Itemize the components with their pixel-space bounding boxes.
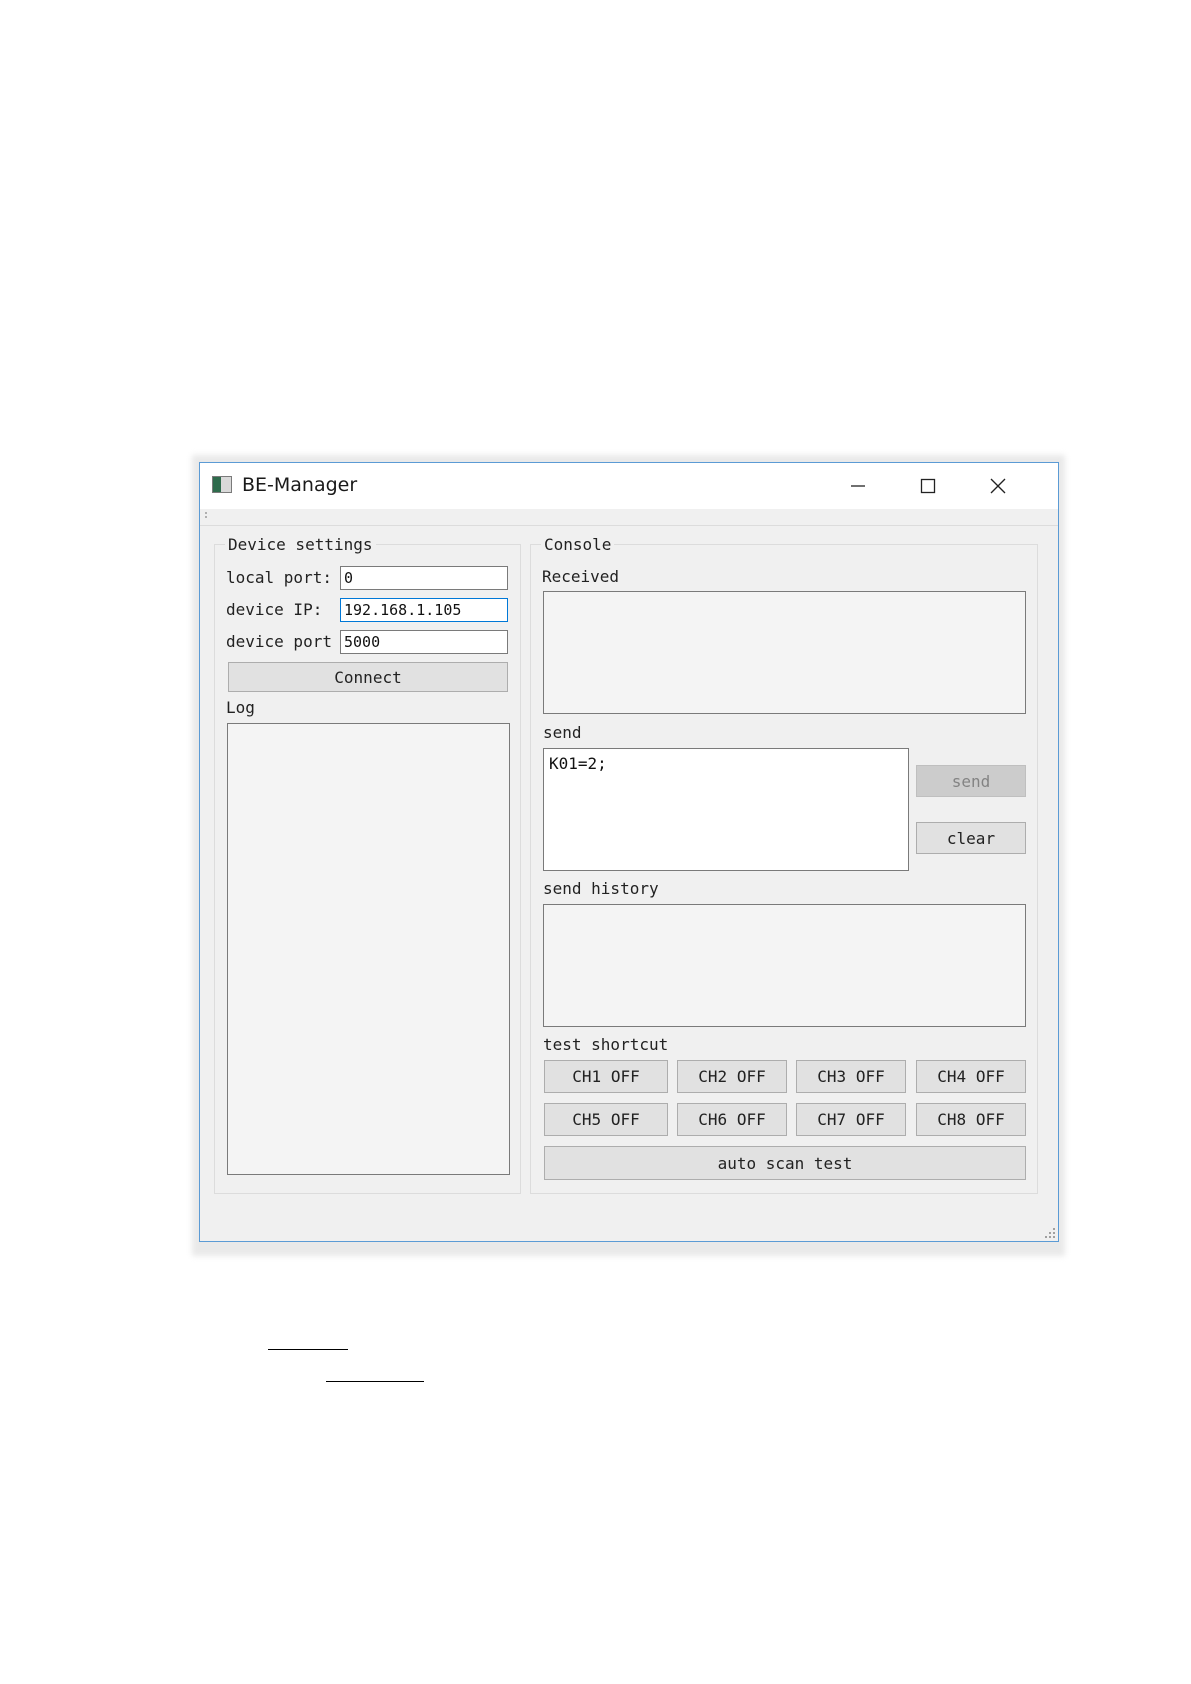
device-settings-group: Device settings local port: device IP: d… — [214, 535, 521, 1194]
minimize-icon — [851, 485, 865, 487]
auto-scan-test-button[interactable]: auto scan test — [544, 1146, 1026, 1180]
send-label: send — [543, 723, 582, 742]
device-ip-label: device IP: — [226, 600, 323, 619]
window-title: BE-Manager — [242, 474, 358, 496]
ch6-off-button[interactable]: CH6 OFF — [677, 1103, 787, 1136]
ch1-off-button[interactable]: CH1 OFF — [544, 1060, 668, 1093]
ch8-off-button[interactable]: CH8 OFF — [916, 1103, 1026, 1136]
local-port-label: local port: — [226, 568, 332, 587]
resize-grip-icon[interactable] — [1044, 1227, 1056, 1239]
ch3-off-button[interactable]: CH3 OFF — [796, 1060, 906, 1093]
title-bar[interactable]: BE-Manager — [200, 463, 1058, 509]
received-label: Received — [542, 567, 620, 586]
underline-mark — [326, 1381, 424, 1382]
close-icon — [990, 478, 1006, 494]
local-port-input[interactable] — [340, 566, 508, 590]
underline-mark — [268, 1349, 348, 1350]
log-label: Log — [226, 698, 255, 717]
send-history-output[interactable] — [543, 904, 1026, 1027]
maximize-button[interactable] — [905, 463, 951, 509]
send-button[interactable]: send — [916, 765, 1026, 797]
toolbar-grip[interactable] — [205, 512, 207, 520]
toolbar-strip — [200, 509, 1058, 526]
app-icon — [212, 476, 232, 493]
send-input-text: K01=2; — [549, 754, 607, 773]
device-port-input[interactable] — [340, 630, 508, 654]
ch2-off-button[interactable]: CH2 OFF — [677, 1060, 787, 1093]
device-settings-title: Device settings — [225, 535, 376, 554]
connect-button[interactable]: Connect — [228, 662, 508, 692]
device-port-label: device port — [226, 632, 332, 651]
device-ip-input[interactable] — [340, 598, 508, 622]
minimize-button[interactable] — [835, 463, 881, 509]
ch7-off-button[interactable]: CH7 OFF — [796, 1103, 906, 1136]
log-output[interactable] — [227, 723, 510, 1175]
test-shortcut-label: test shortcut — [543, 1035, 669, 1054]
app-window: BE-Manager Device settings local port: d… — [199, 462, 1059, 1242]
console-title: Console — [541, 535, 615, 554]
console-group: Console Received send K01=2; send clear … — [530, 535, 1038, 1194]
maximize-icon — [920, 478, 936, 494]
send-input[interactable]: K01=2; — [543, 748, 909, 871]
ch4-off-button[interactable]: CH4 OFF — [916, 1060, 1026, 1093]
close-button[interactable] — [975, 463, 1021, 509]
send-history-label: send history — [543, 879, 659, 898]
clear-button[interactable]: clear — [916, 822, 1026, 854]
ch5-off-button[interactable]: CH5 OFF — [544, 1103, 668, 1136]
received-output[interactable] — [543, 591, 1026, 714]
